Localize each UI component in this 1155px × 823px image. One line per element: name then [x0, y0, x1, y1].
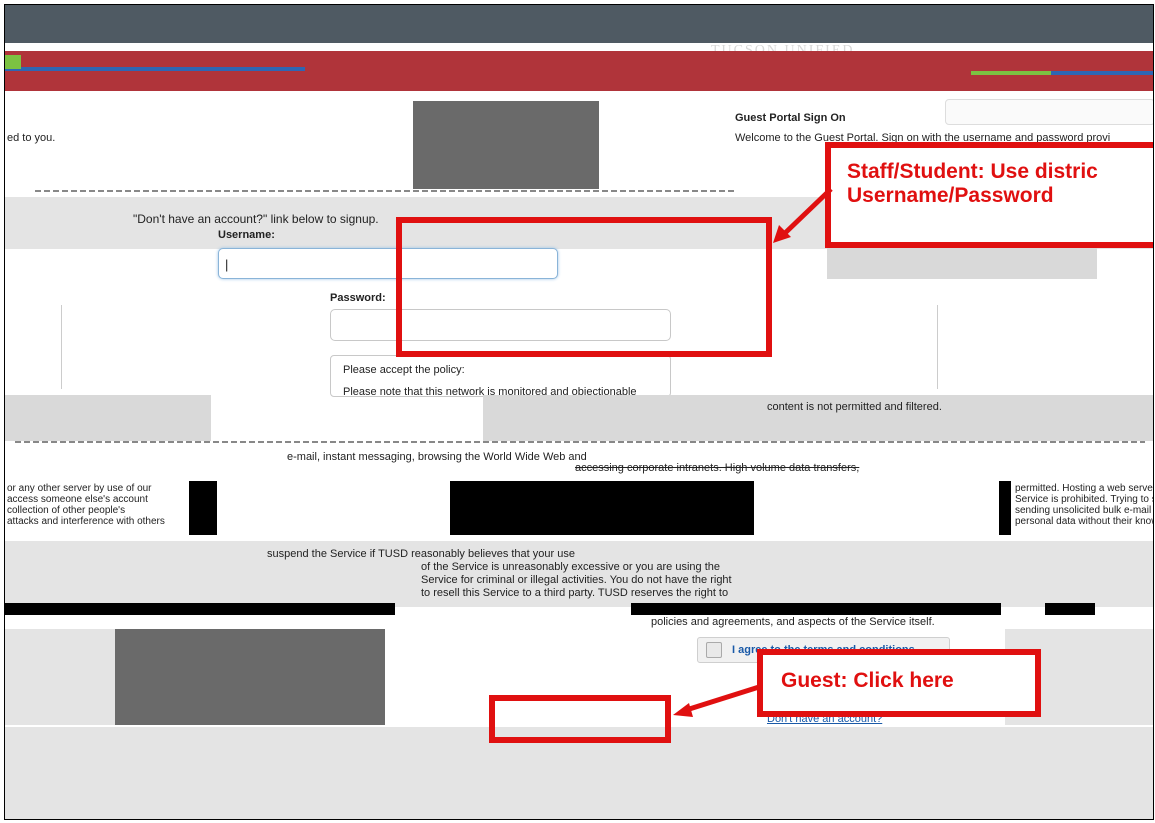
top-right-box: [945, 99, 1153, 125]
suspend-line-2: of the Service is unreasonably excessive…: [421, 561, 720, 573]
policy-left-line-1: or any other server by use of our: [7, 483, 152, 494]
suspend-line-1: suspend the Service if TUSD reasonably b…: [267, 548, 575, 560]
staff-callout-line-2: Username/Password: [847, 184, 1054, 207]
header-top-band: [5, 5, 1153, 43]
left-divider: [61, 305, 62, 389]
suspend-line-4: to resell this Service to a third party.…: [421, 587, 729, 599]
redaction-strip-right: [631, 603, 1001, 615]
portal-title: Guest Portal Sign On: [735, 112, 846, 124]
password-label: Password:: [330, 292, 386, 304]
scribble-line-1: [35, 190, 735, 192]
staff-callout: Staff/Student: Use distric Username/Pass…: [825, 142, 1153, 248]
policy-intranet-line: accessing corporate intranets. High volu…: [575, 462, 860, 474]
policy-right-line-3: sending unsolicited bulk e-mail: [1015, 505, 1152, 516]
policy-right-line-4: personal data without their know: [1015, 516, 1154, 527]
policy-left-line-2: access someone else's account: [7, 494, 148, 505]
redaction-strip-far: [1045, 603, 1095, 615]
policy-bottom-line: policies and agreements, and aspects of …: [651, 616, 935, 628]
guest-callout: Guest: Click here: [757, 649, 1041, 717]
staff-callout-arrow: [773, 187, 833, 243]
username-value: |: [225, 257, 229, 272]
policy-box[interactable]: Please accept the policy: Please note th…: [330, 355, 671, 397]
username-label: Username:: [218, 229, 275, 241]
guest-highlight-box[interactable]: [489, 695, 671, 743]
suspend-line-3: Service for criminal or illegal activiti…: [421, 574, 732, 586]
policy-left-col: or any other server by use of our access…: [7, 483, 165, 527]
policy-left-line-4: attacks and interference with others: [7, 516, 165, 527]
signup-hint: "Don't have an account?" link below to s…: [133, 212, 379, 226]
agree-checkbox[interactable]: [706, 642, 722, 658]
guest-callout-arrow: [673, 684, 760, 717]
policy-right-line-2: Service is prohibited. Trying to s: [1015, 494, 1154, 505]
policy-band-left: [5, 395, 211, 441]
redacted-block-top: [413, 101, 599, 189]
header-accent-green: [971, 71, 1051, 75]
redaction-bar-left: [189, 481, 217, 535]
redaction-bar-right: [999, 481, 1011, 535]
policy-email-line: e-mail, instant messaging, browsing the …: [287, 451, 587, 463]
username-highlight-box: [396, 217, 772, 357]
header-accent-blue: [5, 67, 305, 71]
staff-callout-line-1: Staff/Student: Use distric: [847, 160, 1098, 183]
lower-left-panel: [5, 629, 117, 725]
guest-callout-text: Guest: Click here: [781, 669, 954, 692]
side-panel-right: [827, 245, 1097, 279]
policy-right-line-1: permitted. Hosting a web server: [1015, 483, 1154, 494]
policy-left-line-3: collection of other people's: [7, 505, 126, 516]
scribble-line-2: [15, 441, 1145, 443]
redacted-block-bottom: [115, 629, 385, 725]
screenshot-frame: TUCSON UNIFIED ed to you. Guest Portal S…: [4, 4, 1154, 820]
intro-fragment: ed to you.: [7, 132, 56, 144]
policy-right-col: permitted. Hosting a web server Service …: [1015, 483, 1154, 527]
redaction-bar-center: [450, 481, 754, 535]
header-accent-green-left: [5, 55, 21, 69]
policy-heading: Please accept the policy:: [343, 364, 465, 376]
header-accent-blue-right: [1051, 71, 1153, 75]
redaction-strip-left: [5, 603, 395, 615]
right-divider: [937, 305, 938, 389]
policy-line-2: content is not permitted and filtered.: [767, 401, 942, 413]
